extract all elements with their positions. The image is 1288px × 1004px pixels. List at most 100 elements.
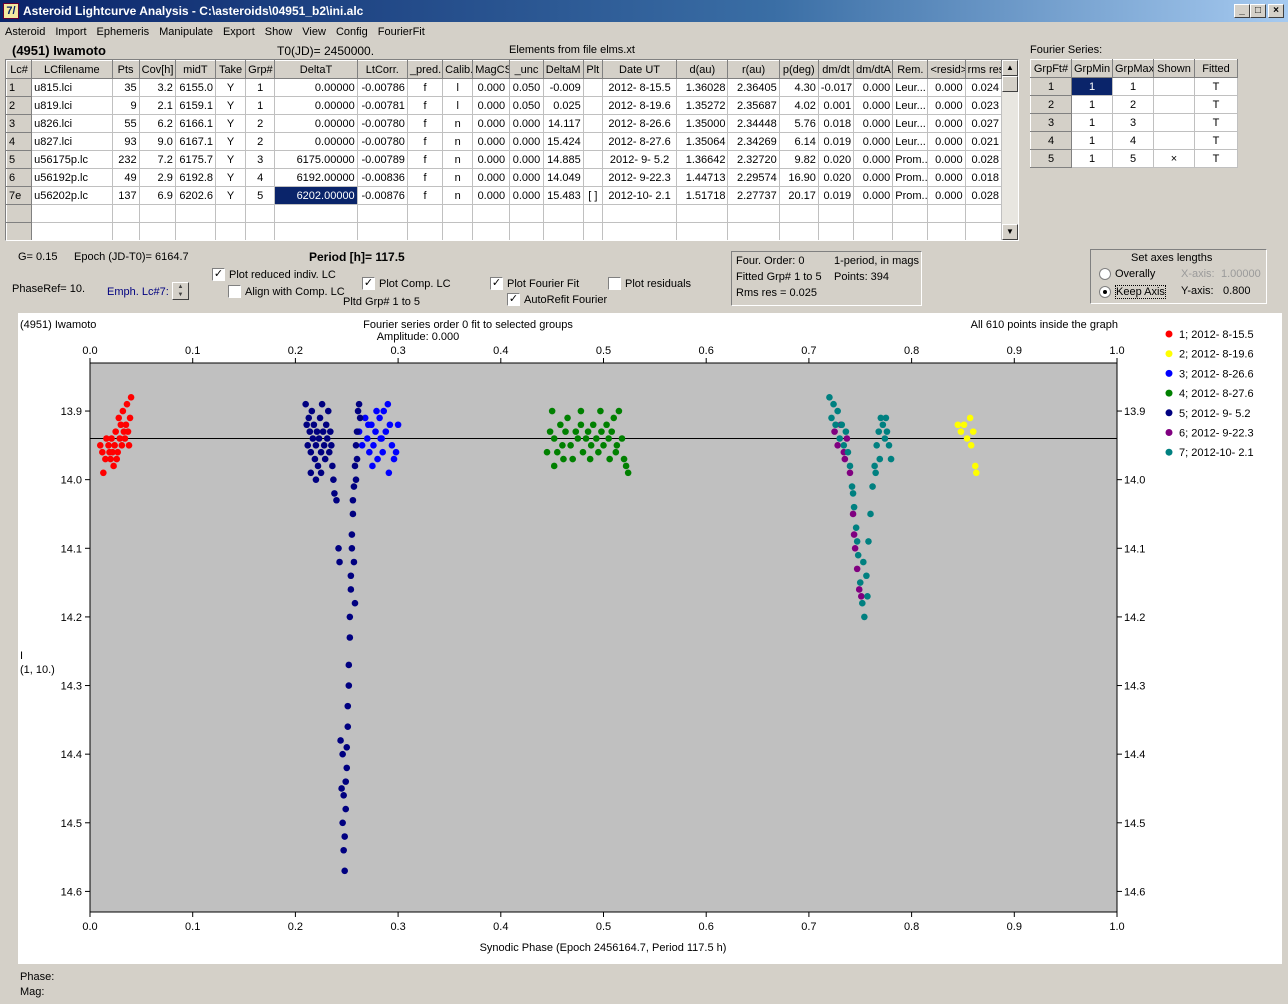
table-cell[interactable]: 1.51718 bbox=[676, 186, 729, 205]
table-cell[interactable] bbox=[927, 222, 966, 240]
table-cell[interactable] bbox=[138, 222, 176, 240]
table-cell[interactable]: -0.017 bbox=[817, 78, 855, 97]
title-bar[interactable]: 7/ Asteroid Lightcurve Analysis - C:\ast… bbox=[0, 0, 1288, 22]
table-cell[interactable]: 0.000 bbox=[509, 114, 544, 133]
table-cell[interactable]: × bbox=[1153, 149, 1195, 168]
table-cell[interactable]: 0.018 bbox=[964, 168, 1003, 187]
table-cell[interactable]: 6167.1 bbox=[174, 132, 217, 151]
row-header[interactable]: 3 bbox=[1030, 113, 1072, 132]
table-cell[interactable]: 14.117 bbox=[542, 114, 584, 133]
table-cell[interactable]: 0.000 bbox=[927, 168, 966, 187]
table-cell[interactable] bbox=[964, 222, 1003, 240]
table-cell[interactable]: 2.9 bbox=[138, 168, 176, 187]
table-cell[interactable]: 0.025 bbox=[542, 96, 584, 115]
column-header[interactable]: d(au) bbox=[676, 60, 729, 79]
table-cell[interactable]: 0.000 bbox=[509, 150, 544, 169]
table-cell[interactable]: 2.34269 bbox=[727, 132, 780, 151]
column-header[interactable]: Calib. bbox=[442, 60, 474, 79]
table-cell[interactable] bbox=[853, 204, 894, 223]
table-cell[interactable]: 1.35000 bbox=[676, 114, 729, 133]
table-cell[interactable]: l bbox=[442, 96, 474, 115]
menu-fourierfit[interactable]: FourierFit bbox=[373, 26, 430, 38]
table-cell[interactable]: u826.lci bbox=[31, 114, 113, 133]
table-cell[interactable] bbox=[927, 204, 966, 223]
table-cell[interactable]: 2012- 8-19.6 bbox=[601, 96, 678, 115]
table-row[interactable]: 2 u819.lci 9 2.1 6159.1 Y 1 0.00000 -0.00781 f l 0.… bbox=[6, 96, 1003, 115]
table-cell[interactable]: 0.024 bbox=[964, 78, 1003, 97]
table-cell[interactable]: Y bbox=[214, 132, 247, 151]
table-cell[interactable]: 0.000 bbox=[853, 150, 894, 169]
column-header[interactable]: Plt bbox=[582, 60, 603, 79]
table-cell[interactable] bbox=[582, 78, 603, 97]
table-cell[interactable]: 93 bbox=[111, 132, 140, 151]
column-header[interactable]: Fitted bbox=[1194, 59, 1238, 78]
table-cell[interactable]: f bbox=[406, 96, 444, 115]
table-cell[interactable]: 2012- 9- 5.2 bbox=[601, 150, 678, 169]
table-cell[interactable]: 0.00000 bbox=[274, 132, 358, 151]
table-cell[interactable] bbox=[582, 204, 603, 223]
table-cell[interactable]: 0.050 bbox=[509, 96, 544, 115]
column-header[interactable]: GrpFt# bbox=[1030, 59, 1072, 78]
menu-export[interactable]: Export bbox=[218, 26, 260, 38]
table-cell[interactable] bbox=[892, 204, 929, 223]
table-cell[interactable]: T bbox=[1194, 149, 1238, 168]
table-cell[interactable]: T bbox=[1194, 113, 1238, 132]
align-comp-checkbox[interactable]: Align with Comp. LC bbox=[228, 285, 345, 298]
table-cell[interactable]: 0.028 bbox=[964, 150, 1003, 169]
table-cell[interactable]: 2.27737 bbox=[727, 186, 780, 205]
table-cell[interactable]: f bbox=[406, 78, 444, 97]
table-cell[interactable]: 0.018 bbox=[817, 114, 855, 133]
table-cell[interactable]: 0.000 bbox=[927, 132, 966, 151]
table-cell[interactable]: 5 bbox=[245, 186, 276, 205]
table-cell[interactable]: 0.000 bbox=[853, 114, 894, 133]
table-cell[interactable] bbox=[509, 222, 544, 240]
table-row[interactable] bbox=[6, 204, 1003, 223]
column-header[interactable]: _pred. bbox=[406, 60, 444, 79]
table-cell[interactable]: 4.30 bbox=[778, 78, 819, 97]
table-cell[interactable]: 2.35687 bbox=[727, 96, 780, 115]
column-header[interactable]: DeltaT bbox=[274, 60, 358, 79]
menu-manipulate[interactable]: Manipulate bbox=[154, 26, 218, 38]
table-cell[interactable]: 2.32720 bbox=[727, 150, 780, 169]
column-header[interactable]: Take bbox=[214, 60, 247, 79]
table-cell[interactable]: u56202p.lc bbox=[31, 186, 113, 205]
table-cell[interactable]: 9.0 bbox=[138, 132, 176, 151]
table-cell[interactable] bbox=[1153, 131, 1195, 150]
plot-comp-checkbox[interactable]: ✓ Plot Comp. LC bbox=[362, 277, 451, 290]
table-cell[interactable] bbox=[542, 222, 584, 240]
table-cell[interactable]: 0.000 bbox=[927, 96, 966, 115]
table-cell[interactable]: 1 bbox=[1071, 77, 1113, 96]
table-cell[interactable]: -0.00780 bbox=[356, 132, 408, 151]
row-header[interactable]: 2 bbox=[6, 96, 33, 115]
table-cell[interactable]: 7.2 bbox=[138, 150, 176, 169]
table-cell[interactable]: 0.027 bbox=[964, 114, 1003, 133]
row-header[interactable]: 3 bbox=[6, 114, 33, 133]
table-cell[interactable] bbox=[582, 168, 603, 187]
table-cell[interactable]: 6192.8 bbox=[174, 168, 217, 187]
table-cell[interactable]: u815.lci bbox=[31, 78, 113, 97]
emph-spinner[interactable]: ▲ ▼ bbox=[172, 282, 189, 300]
table-cell[interactable]: Y bbox=[214, 114, 247, 133]
table-cell[interactable]: Leur... bbox=[892, 114, 929, 133]
plot-reduced-checkbox[interactable]: ✓ Plot reduced indiv. LC bbox=[212, 268, 336, 281]
plot-fourier-checkbox[interactable]: ✓ Plot Fourier Fit bbox=[490, 277, 579, 290]
table-cell[interactable]: 2012- 9-22.3 bbox=[601, 168, 678, 187]
scroll-down-arrow-icon[interactable]: ▼ bbox=[1002, 224, 1018, 240]
table-cell[interactable]: 1 bbox=[1071, 131, 1113, 150]
phaseref-value[interactable]: PhaseRef= 10. bbox=[12, 283, 85, 295]
table-row[interactable]: 212 T bbox=[1030, 95, 1238, 114]
table-cell[interactable] bbox=[817, 222, 855, 240]
table-cell[interactable]: 0.000 bbox=[853, 96, 894, 115]
check-icon[interactable] bbox=[228, 285, 241, 298]
table-cell[interactable] bbox=[582, 222, 603, 240]
table-cell[interactable] bbox=[727, 222, 780, 240]
table-cell[interactable]: 1.35272 bbox=[676, 96, 729, 115]
table-cell[interactable]: 0.00000 bbox=[274, 78, 358, 97]
table-cell[interactable] bbox=[214, 222, 247, 240]
table-cell[interactable]: 4.02 bbox=[778, 96, 819, 115]
table-cell[interactable] bbox=[111, 204, 140, 223]
table-cell[interactable]: 0.000 bbox=[472, 186, 511, 205]
table-cell[interactable]: Leur... bbox=[892, 96, 929, 115]
table-row[interactable]: 6 u56192p.lc 49 2.9 6192.8 Y 4 6192.00000 -0.008… bbox=[6, 168, 1003, 187]
column-header[interactable]: LtCorr. bbox=[356, 60, 408, 79]
